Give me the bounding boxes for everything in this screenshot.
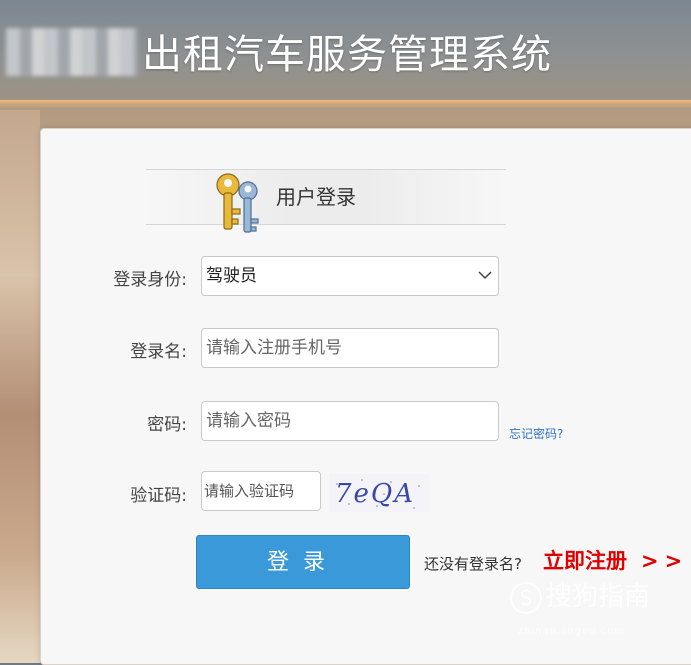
- watermark: S 搜狗指南: [510, 576, 650, 614]
- chevron-down-icon: [478, 271, 492, 280]
- register-arrow: >>: [641, 549, 689, 573]
- register-label: 立即注册: [543, 549, 627, 573]
- sogou-logo-icon: S: [510, 581, 542, 614]
- identity-select[interactable]: 驾驶员: [201, 256, 499, 296]
- header-divider: [0, 100, 691, 108]
- forgot-password-link[interactable]: 忘记密码?: [509, 425, 563, 442]
- identity-label: 登录身份:: [113, 270, 187, 290]
- register-link[interactable]: 立即注册 >>: [543, 545, 688, 575]
- watermark-text: 搜狗指南: [546, 582, 651, 612]
- watermark-url: zhinan.sogou.com: [518, 626, 626, 637]
- captcha-code-text: 7eQA: [335, 479, 415, 509]
- background-strip: [0, 110, 40, 663]
- key-icon: [216, 173, 259, 233]
- no-account-text: 还没有登录名?: [424, 555, 522, 573]
- captcha-label: 验证码:: [130, 486, 187, 506]
- login-title: 用户登录: [276, 185, 356, 209]
- username-label: 登录名:: [130, 342, 187, 362]
- identity-selected-value: 驾驶员: [206, 266, 257, 286]
- password-label: 密码:: [147, 415, 187, 435]
- blurred-logo: [6, 28, 138, 76]
- password-input[interactable]: 请输入密码: [201, 401, 499, 441]
- captcha-input[interactable]: 请输入验证码: [201, 471, 321, 511]
- login-button[interactable]: 登录: [196, 535, 410, 589]
- captcha-image[interactable]: 7eQA: [329, 474, 429, 512]
- username-input[interactable]: 请输入注册手机号: [201, 328, 499, 368]
- system-title: 出租汽车服务管理系统: [142, 32, 552, 78]
